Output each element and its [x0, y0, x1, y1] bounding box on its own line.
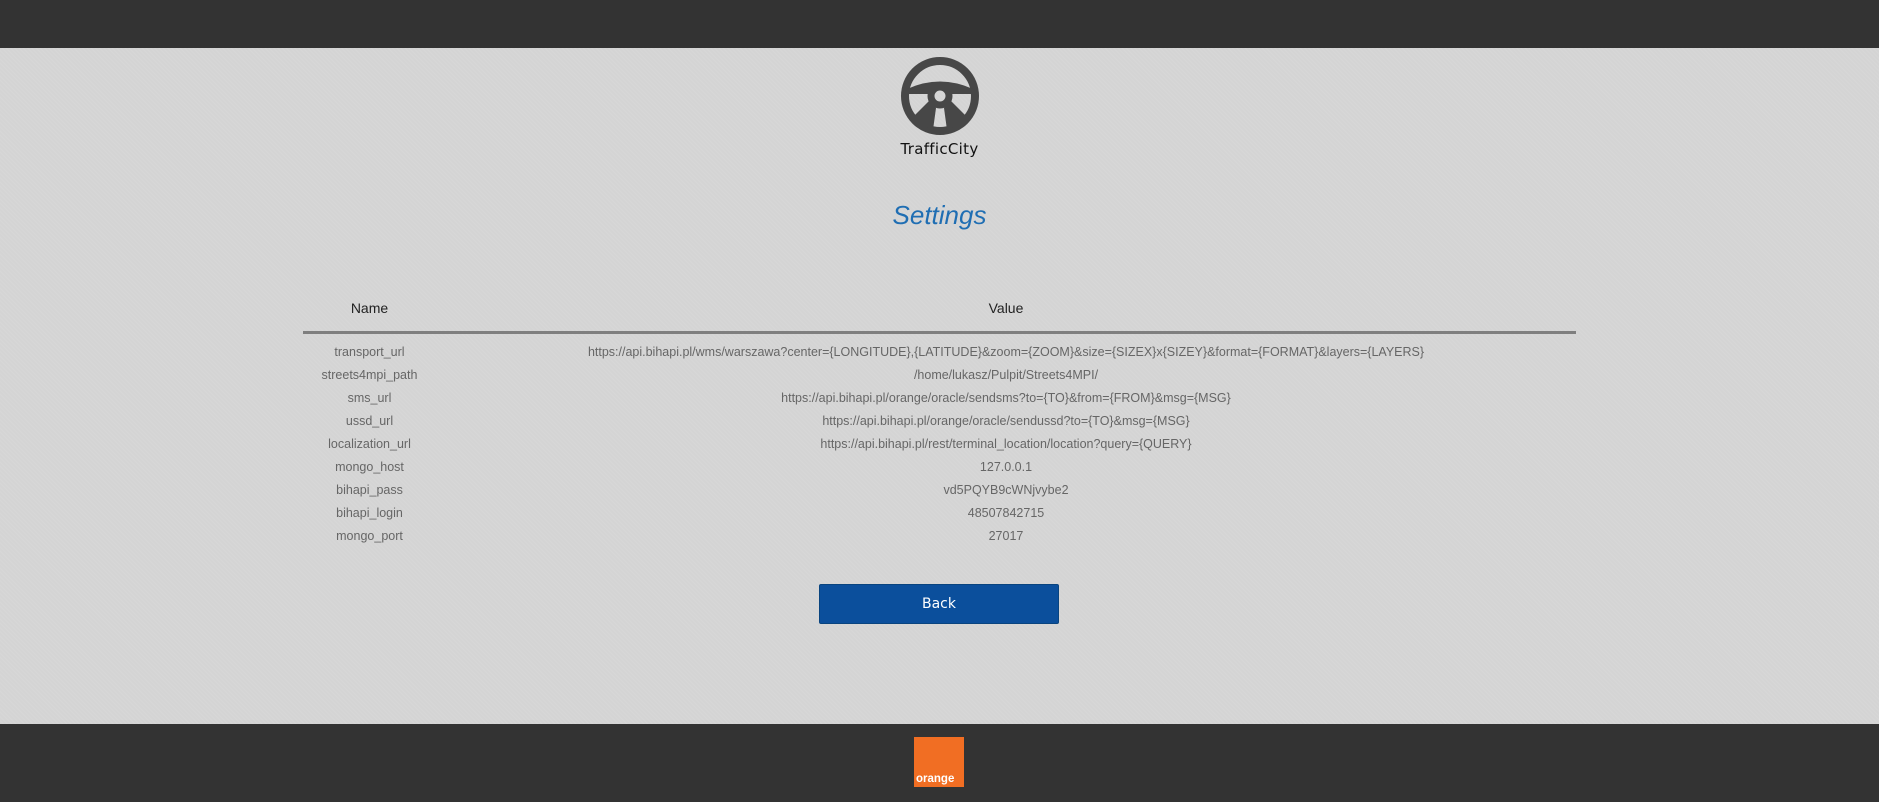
column-header-value: Value [436, 293, 1576, 334]
top-bar [0, 0, 1879, 48]
table-row: localization_url https://api.bihapi.pl/r… [303, 432, 1576, 455]
setting-name: transport_url [334, 344, 405, 359]
setting-value: https://api.bihapi.pl/wms/warszawa?cente… [587, 344, 1425, 359]
table-row: transport_url https://api.bihapi.pl/wms/… [303, 333, 1576, 364]
table-header-row: Name Value [303, 293, 1576, 334]
setting-name: sms_url [347, 390, 392, 405]
steering-wheel-icon [900, 57, 979, 135]
setting-name: bihapi_login [336, 505, 403, 520]
setting-value: https://api.bihapi.pl/orange/oracle/send… [781, 390, 1231, 405]
setting-name: streets4mpi_path [321, 367, 418, 382]
app-name: TrafficCity [900, 140, 979, 158]
setting-value: 27017 [988, 528, 1024, 543]
setting-name: localization_url [328, 436, 411, 451]
app-logo[interactable]: TrafficCity [0, 56, 1879, 158]
setting-name: ussd_url [345, 413, 394, 428]
setting-value: 48507842715 [967, 505, 1045, 520]
setting-name: mongo_port [336, 528, 403, 543]
setting-value: /home/lukasz/Pulpit/Streets4MPI/ [913, 367, 1099, 382]
settings-table: Name Value transport_url https://api.bih… [303, 293, 1576, 547]
footer: orange [0, 724, 1879, 802]
setting-value: https://api.bihapi.pl/rest/terminal_loca… [820, 436, 1192, 451]
table-row: mongo_port 27017 [303, 524, 1576, 547]
setting-value: https://api.bihapi.pl/orange/oracle/send… [822, 413, 1190, 428]
table-row: streets4mpi_path /home/lukasz/Pulpit/Str… [303, 363, 1576, 386]
setting-name: mongo_host [335, 459, 404, 474]
table-row: bihapi_login 48507842715 [303, 501, 1576, 524]
setting-value: vd5PQYB9cWNjvybe2 [943, 482, 1069, 497]
table-row: mongo_host 127.0.0.1 [303, 455, 1576, 478]
setting-value: 127.0.0.1 [979, 459, 1033, 474]
orange-logo-text: orange [916, 772, 955, 785]
page-title: Settings [892, 200, 987, 230]
table-row: ussd_url https://api.bihapi.pl/orange/or… [303, 409, 1576, 432]
column-header-name: Name [303, 293, 436, 334]
orange-logo[interactable]: orange [914, 737, 964, 787]
back-button[interactable]: Back [819, 584, 1059, 624]
setting-name: bihapi_pass [336, 482, 403, 497]
table-row: bihapi_pass vd5PQYB9cWNjvybe2 [303, 478, 1576, 501]
table-row: sms_url https://api.bihapi.pl/orange/ora… [303, 386, 1576, 409]
